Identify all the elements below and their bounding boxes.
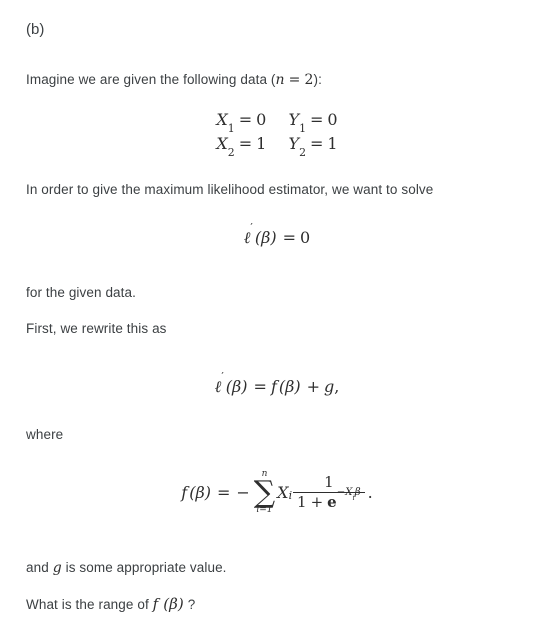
- y-variable: Y: [288, 134, 300, 153]
- summation-lower-limit: i=1: [256, 505, 273, 515]
- document-page: (b) Imagine we are given the following d…: [0, 0, 554, 619]
- g-symbol: g: [52, 560, 62, 576]
- euler-number: e: [327, 493, 337, 511]
- rewrite-paragraph: First, we rewrite this as: [26, 321, 167, 336]
- plus-sign: +: [306, 377, 320, 396]
- exponent-minus-x: −X: [336, 487, 353, 499]
- equation-score-zero: ℓ′(β) = 0: [26, 222, 528, 248]
- y-subscript: 2: [299, 146, 306, 160]
- g-symbol: g: [324, 377, 335, 396]
- denominator-plus: +: [310, 493, 324, 511]
- x-subscript: 2: [227, 146, 235, 160]
- x-variable: X: [216, 110, 228, 129]
- equals-sign: =: [282, 228, 297, 247]
- y-relation: =: [309, 110, 324, 129]
- x-value: 0: [256, 110, 267, 129]
- intro-prefix-text: Imagine we are given the following data …: [26, 72, 276, 87]
- summation-operator: n ∑ i=1: [254, 470, 275, 515]
- y-value: 1: [327, 134, 338, 153]
- for-given-data-paragraph: for the given data.: [26, 285, 136, 300]
- y-relation: =: [309, 134, 324, 153]
- y-value: 0: [327, 110, 338, 129]
- where-label: where: [26, 427, 64, 442]
- question-suffix: ?: [183, 597, 196, 612]
- part-label: (b): [26, 21, 45, 38]
- minus-sign: −: [236, 483, 250, 502]
- right-hand-side: 0: [300, 228, 311, 247]
- x-value: 1: [256, 134, 267, 153]
- prime-symbol: ′: [250, 220, 253, 234]
- trailing-comma: ,: [334, 377, 340, 396]
- g-sentence-suffix: is some appropriate value.: [61, 560, 227, 575]
- x-variable: X: [216, 134, 228, 153]
- y-subscript: 1: [299, 122, 306, 136]
- question-prefix: What is the range of: [26, 597, 153, 612]
- ell-argument: (β): [254, 228, 277, 247]
- observed-data-block: X1 = 0 Y1 = 0 X2 = 1 Y2 = 1: [26, 108, 528, 160]
- question-math-f-beta: f (β): [152, 595, 184, 613]
- f-symbol: f: [181, 483, 188, 502]
- x-relation: =: [238, 110, 253, 129]
- intro-paragraph: Imagine we are given the following data …: [26, 70, 528, 90]
- inline-math-n-equals-2: n = 2: [275, 72, 314, 88]
- solve-paragraph: In order to give the maximum likelihood …: [26, 182, 434, 197]
- exponent-expression: −Xiβ: [336, 487, 361, 502]
- sigma-icon: ∑: [253, 475, 276, 510]
- fraction-numerator: 1: [324, 472, 334, 491]
- prime-symbol: ′: [221, 369, 224, 383]
- summand-variable: X: [277, 483, 289, 502]
- f-argument: (β): [278, 377, 301, 396]
- fraction-denominator: 1 + e−Xiβ: [293, 488, 365, 511]
- g-sentence-prefix: and: [26, 560, 53, 575]
- equals-sign: =: [253, 377, 267, 396]
- question-paragraph: What is the range of f (β) ?: [26, 594, 528, 615]
- f-argument: (β): [189, 483, 211, 502]
- denominator-one: 1: [297, 493, 307, 511]
- logistic-fraction: 1 1 + e−Xiβ: [293, 472, 365, 512]
- f-symbol: f: [270, 377, 277, 396]
- y-variable: Y: [288, 110, 300, 129]
- ell-argument: (β): [225, 377, 248, 396]
- x-relation: =: [238, 134, 253, 153]
- intro-suffix-text: ):: [313, 72, 322, 87]
- data-row: X1 = 0 Y1 = 0: [26, 108, 528, 136]
- exponent-beta: β: [354, 487, 361, 499]
- table-row: X2 = 1 Y2 = 1: [26, 132, 528, 160]
- equation-f-definition: f (β) = − n ∑ i=1 Xi 1 1 + e−Xiβ .: [181, 469, 373, 515]
- g-value-paragraph: and g is some appropriate value.: [26, 558, 528, 578]
- x-subscript: 1: [227, 122, 235, 136]
- equation-decomposition: ℓ′(β) = f (β) + g,: [26, 371, 528, 397]
- equals-sign: =: [216, 483, 231, 502]
- exponent-subscript: i: [352, 494, 355, 503]
- trailing-period: .: [367, 483, 373, 502]
